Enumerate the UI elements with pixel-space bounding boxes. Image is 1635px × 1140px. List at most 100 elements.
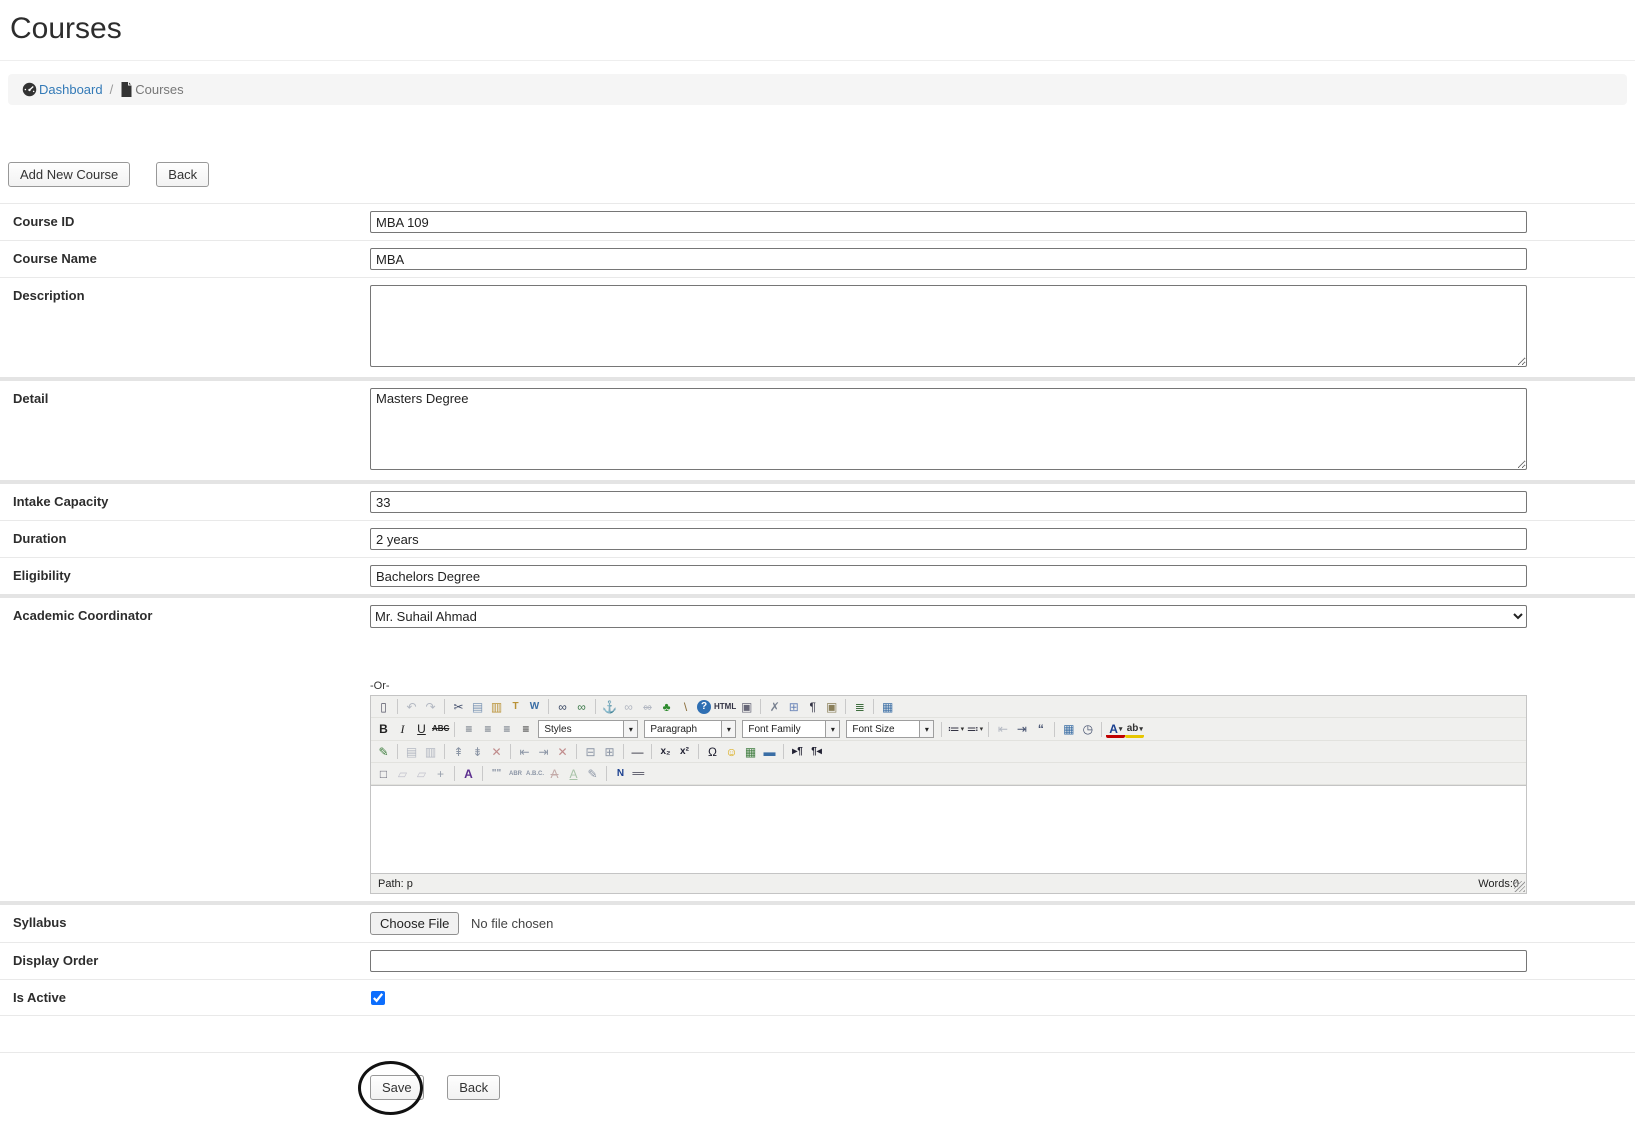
flash-icon[interactable]: ▬: [760, 743, 779, 760]
subscript-icon[interactable]: x₂: [656, 743, 675, 760]
anchor-icon[interactable]: ⚓: [600, 698, 619, 715]
font-family-select[interactable]: Font Family▾: [742, 720, 840, 738]
insertion-icon[interactable]: A: [564, 765, 583, 782]
horizontal-rule-icon[interactable]: —: [628, 743, 647, 760]
detail-textarea[interactable]: Masters Degree: [370, 388, 1527, 470]
media-icon[interactable]: ▦: [741, 743, 760, 760]
merge-cells-icon[interactable]: ⊞: [600, 743, 619, 760]
delete-row-icon[interactable]: ✕: [487, 743, 506, 760]
intake-capacity-input[interactable]: [370, 491, 1527, 513]
cleanup-icon[interactable]: \: [676, 698, 695, 715]
insert-column-after-icon[interactable]: ⇥: [534, 743, 553, 760]
numbered-list-icon[interactable]: ≕▾: [965, 721, 984, 738]
fullscreen-icon[interactable]: ▦: [878, 698, 897, 715]
acronym-icon[interactable]: A.B.C.: [525, 765, 545, 782]
split-cells-icon[interactable]: ⊟: [581, 743, 600, 760]
outdent-icon[interactable]: ⇤: [993, 721, 1012, 738]
move-backward-icon[interactable]: ▱: [412, 765, 431, 782]
abbreviation-icon[interactable]: ABR: [506, 765, 525, 782]
description-textarea[interactable]: [370, 285, 1527, 367]
styles-select[interactable]: Styles▾: [538, 720, 638, 738]
superscript-icon[interactable]: x²: [675, 743, 694, 760]
toolbar-separator: [760, 699, 761, 714]
toolbar-separator: [454, 722, 455, 737]
insert-column-before-icon[interactable]: ⇤: [515, 743, 534, 760]
indent-icon[interactable]: ⇥: [1012, 721, 1031, 738]
paragraph-select[interactable]: Paragraph▾: [644, 720, 736, 738]
save-button[interactable]: Save: [370, 1075, 424, 1100]
remove-formatting-icon[interactable]: ✗: [765, 698, 784, 715]
course-name-input[interactable]: [370, 248, 1527, 270]
paste-from-word-icon[interactable]: W: [525, 698, 544, 715]
page-break-icon[interactable]: ∥: [631, 764, 648, 783]
breadcrumb-dashboard[interactable]: Dashboard: [22, 82, 103, 97]
attributes-icon[interactable]: ✎: [583, 765, 602, 782]
find-icon[interactable]: ∞: [553, 698, 572, 715]
html-source-icon[interactable]: HTML: [713, 698, 737, 715]
undo-icon[interactable]: ↶: [402, 698, 421, 715]
align-justify-icon[interactable]: ≡: [516, 721, 535, 738]
align-center-icon[interactable]: ≡: [478, 721, 497, 738]
duration-input[interactable]: [370, 528, 1527, 550]
course-id-input[interactable]: [370, 211, 1527, 233]
align-right-icon[interactable]: ≡: [497, 721, 516, 738]
editor-content-area[interactable]: [371, 785, 1526, 873]
align-left-icon[interactable]: ≡: [459, 721, 478, 738]
paste-as-text-icon[interactable]: T: [506, 698, 525, 715]
page-title: Courses: [10, 12, 1635, 46]
back-button-top[interactable]: Back: [156, 162, 209, 187]
table-cell-properties-icon[interactable]: ▥: [421, 743, 440, 760]
special-character-icon[interactable]: Ω: [703, 743, 722, 760]
table-row-properties-icon[interactable]: ▤: [402, 743, 421, 760]
visual-aid-icon[interactable]: ¶: [803, 698, 822, 715]
preview-page-icon[interactable]: ▣: [737, 698, 756, 715]
insert-row-before-icon[interactable]: ⇞: [449, 743, 468, 760]
edit-style-icon[interactable]: ✎: [374, 743, 393, 760]
choose-file-button[interactable]: Choose File: [370, 912, 459, 935]
breadcrumb-dashboard-link[interactable]: Dashboard: [39, 82, 103, 97]
find-replace-icon[interactable]: ∞: [572, 698, 591, 715]
display-order-input[interactable]: [370, 950, 1527, 972]
preview-icon[interactable]: ▣: [822, 698, 841, 715]
citation-icon[interactable]: "": [487, 765, 506, 782]
left-to-right-icon[interactable]: ▸¶: [788, 743, 807, 760]
nonbreaking-space-icon[interactable]: N: [611, 765, 630, 782]
absolute-position-icon[interactable]: +: [431, 765, 450, 782]
paste-icon[interactable]: ▥: [487, 698, 506, 715]
academic-coordinator-select[interactable]: Mr. Suhail Ahmad: [370, 605, 1527, 628]
delete-column-icon[interactable]: ✕: [553, 743, 572, 760]
image-icon[interactable]: ♣: [657, 698, 676, 715]
insert-date-icon[interactable]: ▦: [1059, 721, 1078, 738]
insert-table-icon[interactable]: ⊞: [784, 698, 803, 715]
is-active-checkbox[interactable]: [371, 991, 385, 1005]
bold-icon[interactable]: B: [374, 721, 393, 738]
cut-icon[interactable]: ✂: [449, 698, 468, 715]
insert-layer-icon[interactable]: □: [374, 765, 393, 782]
insert-row-after-icon[interactable]: ⇟: [468, 743, 487, 760]
blockquote-icon[interactable]: “: [1031, 721, 1050, 738]
strikethrough-icon[interactable]: ABC: [431, 721, 450, 738]
highlight-color-icon[interactable]: ab▾: [1125, 724, 1144, 738]
print-icon[interactable]: ≣: [850, 698, 869, 715]
add-new-course-button[interactable]: Add New Course: [8, 162, 130, 187]
deletion-icon[interactable]: A: [545, 765, 564, 782]
insert-time-icon[interactable]: ◷: [1078, 721, 1097, 738]
link-icon[interactable]: ∞: [619, 698, 638, 715]
help-icon[interactable]: ?: [697, 700, 711, 714]
italic-icon[interactable]: I: [393, 721, 412, 738]
bullet-list-icon[interactable]: ≔▾: [946, 721, 965, 738]
right-to-left-icon[interactable]: ¶◂: [807, 743, 826, 760]
redo-icon[interactable]: ↷: [421, 698, 440, 715]
emoticons-icon[interactable]: ☺: [722, 743, 741, 760]
font-size-select[interactable]: Font Size▾: [846, 720, 934, 738]
back-button-bottom[interactable]: Back: [447, 1075, 500, 1100]
text-color-icon[interactable]: A▾: [1106, 724, 1125, 738]
move-forward-icon[interactable]: ▱: [393, 765, 412, 782]
new-document-icon[interactable]: ▯: [374, 698, 393, 715]
copy-icon[interactable]: ▤: [468, 698, 487, 715]
underline-icon[interactable]: U: [412, 721, 431, 738]
unlink-icon[interactable]: ∞: [638, 698, 657, 715]
style-properties-icon[interactable]: A: [459, 765, 478, 782]
editor-resize-grip[interactable]: [1514, 881, 1525, 892]
eligibility-input[interactable]: [370, 565, 1527, 587]
